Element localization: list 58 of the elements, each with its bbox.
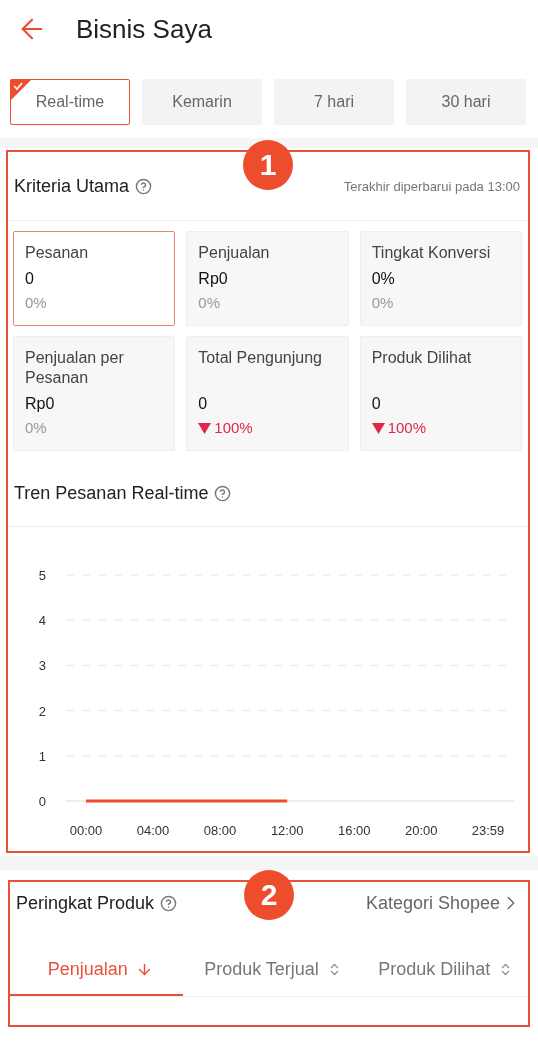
section-title: Tren Pesanan Real-time [14, 483, 209, 504]
update-time: Terakhir diperbarui pada 13:00 [343, 179, 520, 194]
axis-label: 08:00 [203, 823, 237, 838]
metric-card[interactable]: Penjualan per Pesanan Rp0 0% [13, 336, 176, 451]
metric-label: Tingkat Konversi [371, 243, 492, 263]
metric-change: 100% [387, 418, 427, 438]
section-title: Kriteria Utama [14, 176, 130, 197]
check-icon [10, 79, 32, 101]
period-tab[interactable]: 7 hari [274, 79, 394, 125]
down-triangle-icon [198, 422, 212, 434]
metric-value: 0% [371, 269, 396, 289]
category-link[interactable]: Kategori Shopee [365, 892, 522, 914]
ranking-tab[interactable]: Produk Terjual [182, 944, 356, 996]
axis-label: 0 [38, 794, 46, 809]
axis-label: 12:00 [270, 823, 304, 838]
metric-card[interactable]: Tingkat Konversi 0% 0% [359, 231, 522, 326]
metric-card[interactable]: Produk Dilihat 0 100% [359, 336, 522, 451]
page-title: Bisnis Saya [76, 13, 212, 45]
metric-card[interactable]: Total Pengunjung 0 100% [186, 336, 349, 451]
help-icon[interactable] [214, 485, 232, 502]
metric-value: Rp0 [25, 394, 56, 414]
section-title: Peringkat Produk [16, 892, 155, 914]
metric-change: 0% [25, 293, 47, 313]
metric-value: 0 [25, 269, 35, 289]
ranking-tab[interactable]: Penjualan [10, 944, 183, 996]
metric-card[interactable]: Penjualan Rp0 0% [186, 231, 349, 326]
metric-change: 0% [371, 293, 394, 313]
axis-label: 3 [38, 658, 46, 674]
metric-value: 0 [371, 394, 382, 414]
metric-label: Penjualan [198, 243, 271, 263]
annotation-badge: 1 [243, 140, 293, 190]
metric-value: Rp0 [198, 269, 229, 289]
period-tab[interactable]: 30 hari [406, 79, 526, 125]
axis-label: 23:59 [471, 823, 505, 838]
axis-label: 4 [38, 613, 46, 629]
metric-label: Penjualan per Pesanan [25, 348, 125, 388]
down-triangle-icon [371, 422, 385, 434]
help-icon[interactable] [160, 894, 178, 912]
metric-label: Total Pengunjung [198, 348, 323, 368]
period-tab[interactable]: Kemarin [142, 79, 262, 125]
metric-label: Produk Dilihat [371, 348, 473, 368]
metric-card[interactable]: Pesanan 0 0% [13, 231, 176, 326]
axis-label: 5 [38, 568, 46, 583]
metric-change: 0% [25, 418, 47, 438]
axis-label: 04:00 [136, 823, 170, 838]
axis-label: 16:00 [337, 823, 371, 838]
annotation-badge: 2 [244, 870, 294, 920]
axis-label: 2 [38, 703, 46, 719]
axis-label: 20:00 [405, 823, 438, 838]
metric-label: Pesanan [25, 243, 90, 263]
axis-label: 1 [38, 748, 46, 764]
ranking-tab[interactable]: Produk Dilihat [355, 944, 528, 996]
period-tab[interactable]: Real-time [10, 79, 130, 125]
metric-change: 0% [198, 293, 220, 313]
metric-change: 100% [214, 418, 253, 438]
help-icon[interactable] [135, 178, 153, 195]
metric-value: 0 [198, 394, 209, 414]
axis-label: 00:00 [69, 823, 103, 838]
